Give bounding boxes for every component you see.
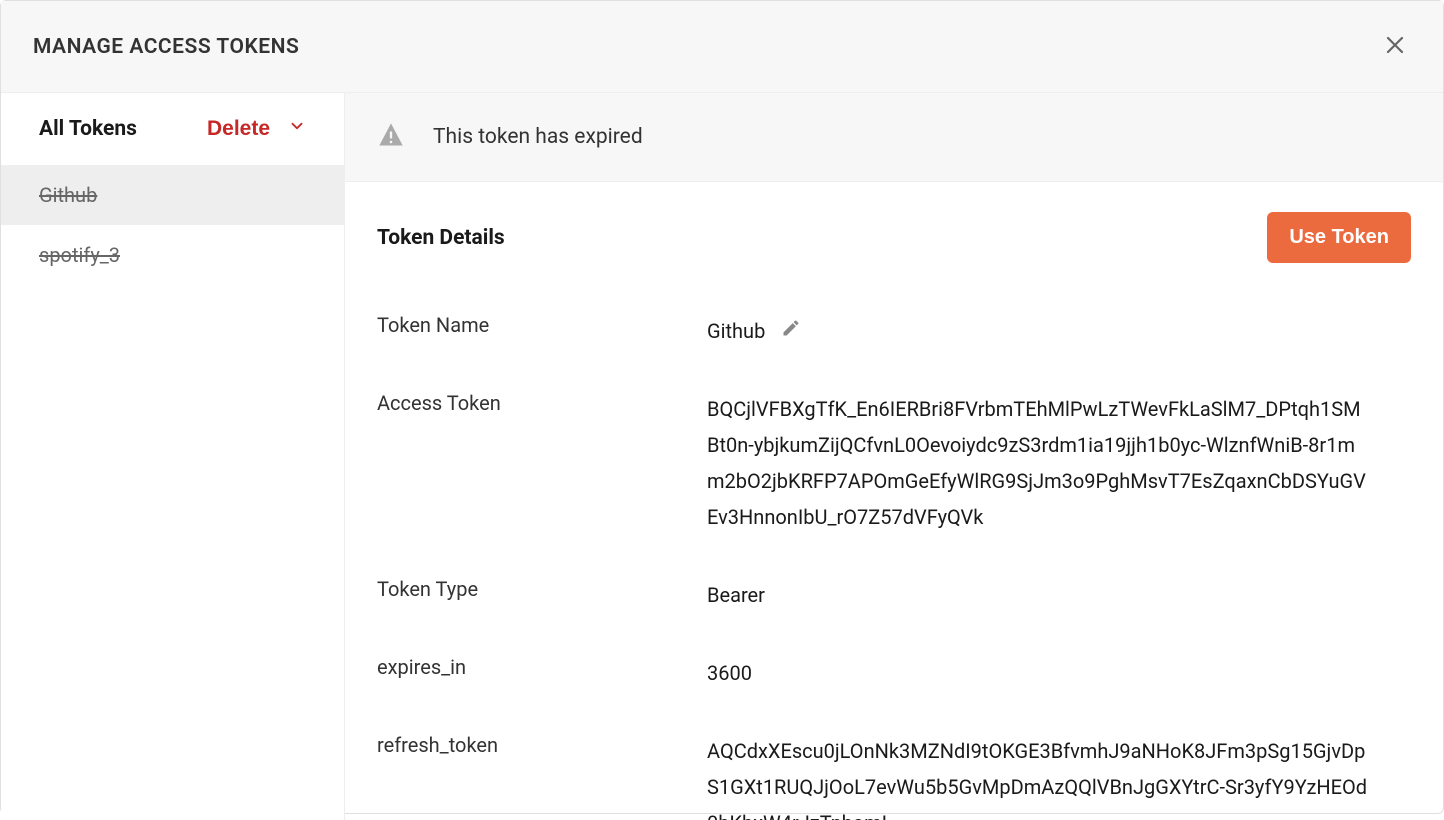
token-name-label: Token Name — [377, 313, 707, 349]
token-name-value-wrap: Github — [707, 313, 1411, 349]
expires-in-label: expires_in — [377, 655, 707, 691]
field-expires-in: expires_in 3600 — [377, 655, 1411, 691]
details-header: Token Details Use Token — [345, 182, 1443, 263]
expires-in-value: 3600 — [707, 655, 1411, 691]
delete-label: Delete — [207, 117, 270, 141]
delete-button[interactable]: Delete — [207, 117, 306, 141]
chevron-down-icon — [288, 117, 306, 141]
refresh-token-label: refresh_token — [377, 733, 707, 820]
all-tokens-heading: All Tokens — [39, 117, 137, 141]
warning-icon — [377, 121, 405, 153]
dialog-body: All Tokens Delete Github spotify_3 — [1, 93, 1443, 820]
token-type-label: Token Type — [377, 577, 707, 613]
dialog-header: MANAGE ACCESS TOKENS — [1, 1, 1443, 93]
edit-icon[interactable] — [781, 313, 801, 349]
details-body: Token Name Github Access Token BQCjlVFBX… — [345, 263, 1443, 820]
field-token-type: Token Type Bearer — [377, 577, 1411, 613]
access-token-label: Access Token — [377, 391, 707, 535]
details-title: Token Details — [377, 226, 505, 250]
token-list: Github spotify_3 — [1, 165, 344, 285]
access-token-value: BQCjlVFBXgTfK_En6IERBri8FVrbmTEhMlPwLzTW… — [707, 391, 1411, 535]
token-name-value: Github — [707, 313, 765, 349]
main-panel: This token has expired Token Details Use… — [345, 93, 1443, 820]
close-button[interactable] — [1379, 29, 1411, 64]
field-access-token: Access Token BQCjlVFBXgTfK_En6IERBri8FVr… — [377, 391, 1411, 535]
token-item-github[interactable]: Github — [1, 165, 344, 225]
dialog-title: MANAGE ACCESS TOKENS — [33, 35, 299, 59]
field-refresh-token: refresh_token AQCdxXEscu0jLOnNk3MZNdI9tO… — [377, 733, 1411, 820]
close-icon — [1383, 33, 1407, 60]
token-item-spotify[interactable]: spotify_3 — [1, 225, 344, 285]
sidebar: All Tokens Delete Github spotify_3 — [1, 93, 345, 820]
expired-banner: This token has expired — [345, 93, 1443, 182]
token-type-value: Bearer — [707, 577, 1411, 613]
field-token-name: Token Name Github — [377, 313, 1411, 349]
sidebar-header: All Tokens Delete — [1, 93, 344, 165]
use-token-button[interactable]: Use Token — [1267, 212, 1411, 263]
banner-message: This token has expired — [433, 125, 643, 149]
refresh-token-value: AQCdxXEscu0jLOnNk3MZNdI9tOKGE3BfvmhJ9aNH… — [707, 733, 1411, 820]
